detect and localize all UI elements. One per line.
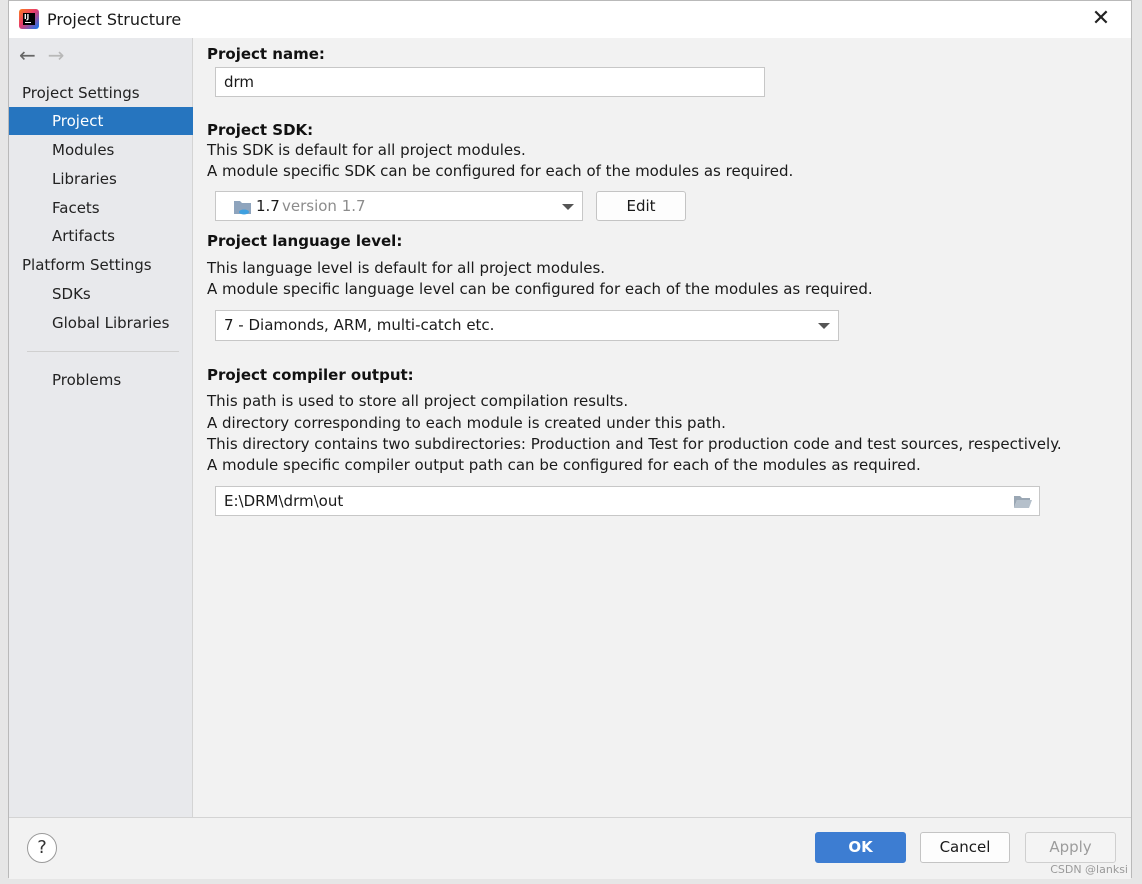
sdk-version: version 1.7 [282,197,366,215]
platform-settings-header: Platform Settings [22,256,152,274]
chevron-down-icon [562,204,574,210]
sidebar: ← → Project Settings Project Modules Lib… [9,38,193,817]
language-level-label: Project language level: [207,232,403,250]
ok-button[interactable]: OK [815,832,906,863]
sidebar-item-modules[interactable]: Modules [9,136,193,164]
sdk-edit-button[interactable]: Edit [596,191,686,221]
back-arrow-icon[interactable]: ← [19,44,43,66]
language-level-description-2: A module specific language level can be … [207,280,873,298]
cancel-button[interactable]: Cancel [920,832,1010,863]
project-sdk-dropdown[interactable]: 1.7 version 1.7 [215,191,583,221]
compiler-output-value: E:\DRM\drm\out [224,492,344,510]
chevron-down-icon [818,323,830,329]
sidebar-item-project[interactable]: Project [9,107,193,135]
sdk-description-1: This SDK is default for all project modu… [207,141,526,159]
project-name-label: Project name: [207,45,325,63]
project-name-input[interactable]: drm [215,67,765,97]
sidebar-item-global-libraries[interactable]: Global Libraries [9,309,193,337]
sdk-folder-icon [234,201,251,215]
compiler-output-description-1: This path is used to store all project c… [207,392,629,410]
title-bar: IJ Project Structure ✕ [9,1,1131,38]
window-title: Project Structure [47,10,182,29]
project-settings-panel: Project name: drm Project SDK: This SDK … [194,38,1131,817]
watermark: CSDN @lanksi [1050,863,1128,876]
compiler-output-input[interactable]: E:\DRM\drm\out [215,486,1040,516]
apply-button[interactable]: Apply [1025,832,1116,863]
sidebar-item-sdks[interactable]: SDKs [9,280,193,308]
project-structure-dialog: IJ Project Structure ✕ ← → Project Setti… [8,0,1132,879]
sidebar-item-facets[interactable]: Facets [9,194,193,222]
sdk-value: 1.7 [256,197,280,215]
help-button[interactable]: ? [27,833,57,863]
browse-folder-icon[interactable] [1013,493,1033,509]
intellij-idea-icon: IJ [19,9,39,29]
sidebar-item-artifacts[interactable]: Artifacts [9,222,193,250]
forward-arrow-icon[interactable]: → [48,44,72,66]
language-level-value: 7 - Diamonds, ARM, multi-catch etc. [224,316,495,334]
sidebar-item-libraries[interactable]: Libraries [9,165,193,193]
project-settings-header: Project Settings [22,84,140,102]
sdk-description-2: A module specific SDK can be configured … [207,162,794,180]
sidebar-divider [27,351,179,352]
close-icon[interactable]: ✕ [1089,7,1113,31]
dialog-footer: ? OK Cancel Apply [9,817,1131,879]
compiler-output-label: Project compiler output: [207,366,414,384]
project-sdk-label: Project SDK: [207,121,314,139]
nav-arrows: ← → [19,44,72,66]
compiler-output-description-3: This directory contains two subdirectori… [207,435,1062,453]
language-level-description-1: This language level is default for all p… [207,259,606,277]
compiler-output-description-4: A module specific compiler output path c… [207,456,921,474]
language-level-dropdown[interactable]: 7 - Diamonds, ARM, multi-catch etc. [215,310,839,341]
sidebar-item-problems[interactable]: Problems [9,366,193,394]
compiler-output-description-2: A directory corresponding to each module… [207,414,726,432]
